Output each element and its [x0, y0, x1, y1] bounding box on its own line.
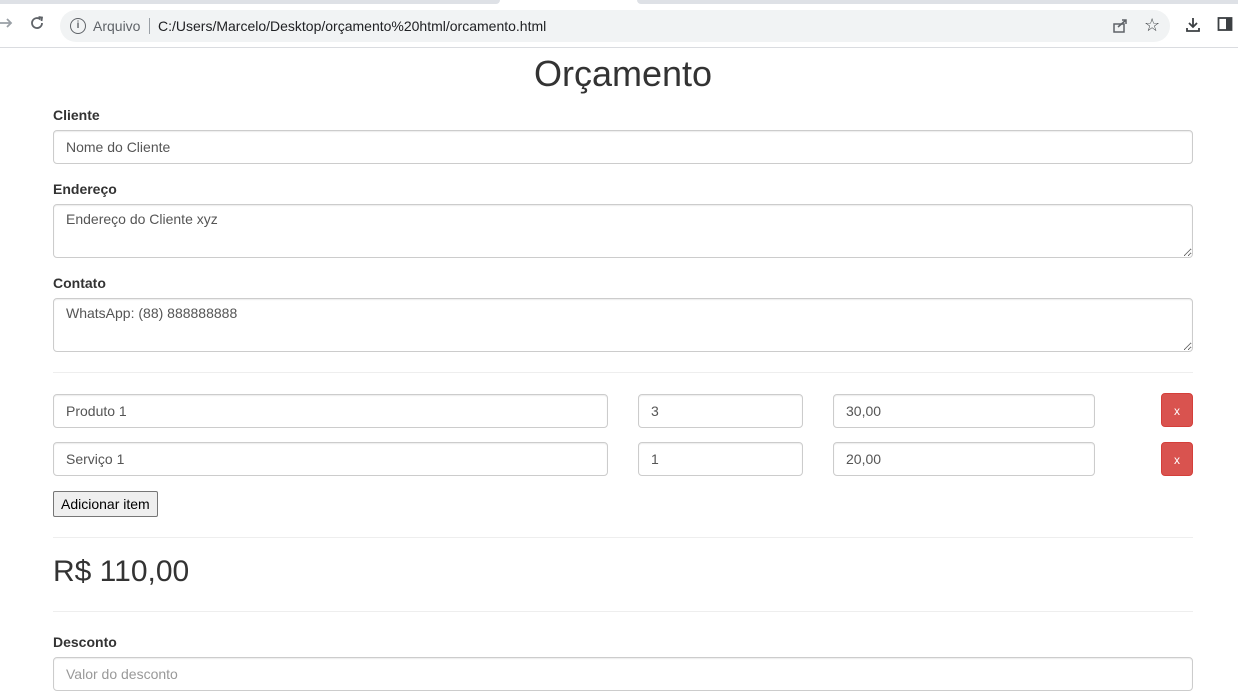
add-item-button[interactable]: Adicionar item	[53, 491, 158, 517]
tab-strip	[637, 0, 1238, 4]
desconto-label: Desconto	[53, 634, 117, 650]
remove-item-button[interactable]: x	[1161, 442, 1193, 476]
divider	[53, 372, 1193, 373]
item-name-input[interactable]	[53, 394, 608, 428]
page-title: Orçamento	[533, 53, 713, 94]
remove-item-button[interactable]: x	[1161, 393, 1193, 427]
endereco-label: Endereço	[53, 181, 117, 197]
bookmark-star-icon[interactable]: ☆	[1144, 15, 1160, 36]
download-icon[interactable]	[1184, 16, 1202, 39]
item-qty-input[interactable]	[638, 394, 803, 428]
cliente-label: Cliente	[53, 107, 100, 123]
item-qty-input[interactable]	[638, 442, 803, 476]
forward-arrow-icon[interactable]	[0, 15, 16, 35]
browser-toolbar: i Arquivo C:/Users/Marcelo/Desktop/orçam…	[0, 0, 1238, 48]
total-value: R$ 110,00	[53, 555, 190, 588]
divider	[53, 611, 1193, 612]
separator	[149, 18, 150, 34]
contato-textarea[interactable]: WhatsApp: (88) 888888888	[53, 298, 1193, 352]
reload-icon[interactable]	[27, 15, 47, 35]
info-icon[interactable]: i	[70, 18, 86, 34]
address-bar[interactable]: i Arquivo C:/Users/Marcelo/Desktop/orçam…	[60, 10, 1170, 42]
share-icon[interactable]	[1112, 18, 1128, 39]
item-price-input[interactable]	[833, 394, 1095, 428]
endereco-textarea[interactable]: Endereço do Cliente xyz	[53, 204, 1193, 258]
desconto-input[interactable]	[53, 657, 1193, 691]
contato-label: Contato	[53, 275, 106, 291]
side-panel-icon[interactable]	[1217, 16, 1233, 37]
item-price-input[interactable]	[833, 442, 1095, 476]
tab-strip	[0, 0, 500, 4]
cliente-input[interactable]	[53, 130, 1193, 164]
divider	[53, 537, 1193, 538]
item-name-input[interactable]	[53, 442, 608, 476]
protocol-label: Arquivo	[93, 18, 141, 34]
url-text[interactable]: C:/Users/Marcelo/Desktop/orçamento%20htm…	[158, 18, 546, 34]
